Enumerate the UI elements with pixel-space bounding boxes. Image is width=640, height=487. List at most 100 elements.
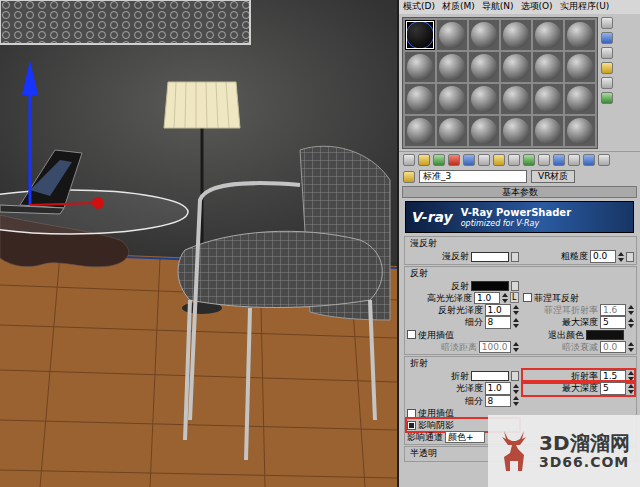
down-arrow-icon[interactable]: [513, 324, 519, 328]
spinner-field[interactable]: 1.0: [474, 292, 500, 304]
menu-item[interactable]: 实用程序(U): [560, 1, 610, 13]
map-button[interactable]: [511, 281, 519, 291]
tool-button-icon[interactable]: [601, 92, 613, 104]
checkbox[interactable]: [523, 293, 532, 302]
sample-slot[interactable]: [469, 84, 499, 114]
down-arrow-icon[interactable]: [502, 299, 508, 303]
sample-slot[interactable]: [501, 116, 531, 146]
sample-slot[interactable]: [405, 116, 435, 146]
down-arrow-icon[interactable]: [628, 324, 634, 328]
spinner-field[interactable]: 1.0: [485, 304, 511, 316]
tool-button-icon[interactable]: [478, 154, 490, 166]
spinner-arrows-icon[interactable]: [513, 342, 519, 352]
spinner-arrows-icon[interactable]: [628, 371, 634, 381]
tool-button-icon[interactable]: [601, 47, 613, 59]
channel-dropdown[interactable]: 颜色+: [445, 431, 485, 443]
up-arrow-icon[interactable]: [628, 384, 634, 388]
eyedropper-icon[interactable]: [403, 171, 415, 183]
material-name-field[interactable]: 标准_3: [419, 170, 527, 183]
up-arrow-icon[interactable]: [628, 342, 634, 346]
down-arrow-icon[interactable]: [618, 258, 624, 262]
spinner-arrows-icon[interactable]: [513, 384, 519, 394]
spinner-field[interactable]: 100.0: [479, 341, 511, 353]
material-type-button[interactable]: VR材质: [531, 170, 575, 183]
color-swatch[interactable]: [471, 371, 509, 381]
tool-button-icon[interactable]: [553, 154, 565, 166]
map-button[interactable]: [626, 252, 634, 262]
tool-button-icon[interactable]: [601, 77, 613, 89]
down-arrow-icon[interactable]: [513, 390, 519, 394]
sample-slot[interactable]: [565, 84, 595, 114]
down-arrow-icon[interactable]: [513, 402, 519, 406]
sample-slot[interactable]: [405, 20, 435, 50]
spinner-field[interactable]: 5: [600, 382, 626, 394]
tool-button-icon[interactable]: [463, 154, 475, 166]
tool-button-icon[interactable]: [448, 154, 460, 166]
sample-slot[interactable]: [405, 52, 435, 82]
up-arrow-icon[interactable]: [513, 305, 519, 309]
sample-slot[interactable]: [565, 116, 595, 146]
tool-button-icon[interactable]: [601, 17, 613, 29]
tool-button-icon[interactable]: [598, 154, 610, 166]
spinner-arrows-icon[interactable]: [628, 384, 634, 394]
spinner-field[interactable]: 5: [600, 316, 626, 328]
tool-button-icon[interactable]: [538, 154, 550, 166]
rollout-title[interactable]: 基本参数: [402, 186, 637, 198]
sample-slot[interactable]: [437, 20, 467, 50]
spinner-arrows-icon[interactable]: [513, 305, 519, 315]
map-button[interactable]: [511, 252, 519, 262]
spinner-field[interactable]: 8: [485, 395, 511, 407]
sample-slot[interactable]: [565, 20, 595, 50]
down-arrow-icon[interactable]: [628, 311, 634, 315]
up-arrow-icon[interactable]: [628, 305, 634, 309]
up-arrow-icon[interactable]: [513, 318, 519, 322]
up-arrow-icon[interactable]: [628, 371, 634, 375]
up-arrow-icon[interactable]: [502, 293, 508, 297]
spinner-arrows-icon[interactable]: [513, 318, 519, 328]
checkbox[interactable]: [407, 421, 416, 430]
up-arrow-icon[interactable]: [618, 252, 624, 256]
spinner-field[interactable]: 8: [485, 316, 511, 328]
tool-button-icon[interactable]: [601, 32, 613, 44]
tool-button-icon[interactable]: [583, 154, 595, 166]
menu-item[interactable]: 模式(D): [403, 1, 435, 13]
spinner-arrows-icon[interactable]: [628, 305, 634, 315]
spinner-arrows-icon[interactable]: [502, 293, 508, 303]
spinner-field[interactable]: 1.5: [600, 370, 626, 382]
checkbox[interactable]: [407, 330, 416, 339]
checkbox[interactable]: [407, 409, 416, 418]
sample-slot[interactable]: [533, 52, 563, 82]
spinner-arrows-icon[interactable]: [628, 318, 634, 328]
spinner-arrows-icon[interactable]: [513, 396, 519, 406]
sample-slot[interactable]: [437, 52, 467, 82]
sample-slot[interactable]: [565, 52, 595, 82]
down-arrow-icon[interactable]: [628, 348, 634, 352]
tool-button-icon[interactable]: [433, 154, 445, 166]
down-arrow-icon[interactable]: [513, 348, 519, 352]
menu-item[interactable]: 导航(N): [482, 1, 514, 13]
menu-item[interactable]: 材质(M): [442, 1, 475, 13]
down-arrow-icon[interactable]: [513, 311, 519, 315]
tool-button-icon[interactable]: [508, 154, 520, 166]
tool-button-icon[interactable]: [523, 154, 535, 166]
sample-slot[interactable]: [469, 52, 499, 82]
viewport[interactable]: [0, 0, 397, 487]
color-swatch[interactable]: [471, 281, 509, 291]
tool-button-icon[interactable]: [601, 62, 613, 74]
map-button[interactable]: [511, 371, 519, 381]
spinner-field[interactable]: 1.0: [485, 382, 511, 394]
sample-slot[interactable]: [501, 52, 531, 82]
spinner-field[interactable]: 1.6: [600, 304, 626, 316]
tool-button-icon[interactable]: [403, 154, 415, 166]
up-arrow-icon[interactable]: [628, 318, 634, 322]
sample-slot[interactable]: [469, 116, 499, 146]
up-arrow-icon[interactable]: [513, 384, 519, 388]
tool-button-icon[interactable]: [418, 154, 430, 166]
up-arrow-icon[interactable]: [513, 342, 519, 346]
down-arrow-icon[interactable]: [628, 390, 634, 394]
lock-button[interactable]: L: [510, 292, 518, 303]
sample-slot[interactable]: [533, 84, 563, 114]
up-arrow-icon[interactable]: [513, 396, 519, 400]
tool-button-icon[interactable]: [493, 154, 505, 166]
down-arrow-icon[interactable]: [628, 377, 634, 381]
